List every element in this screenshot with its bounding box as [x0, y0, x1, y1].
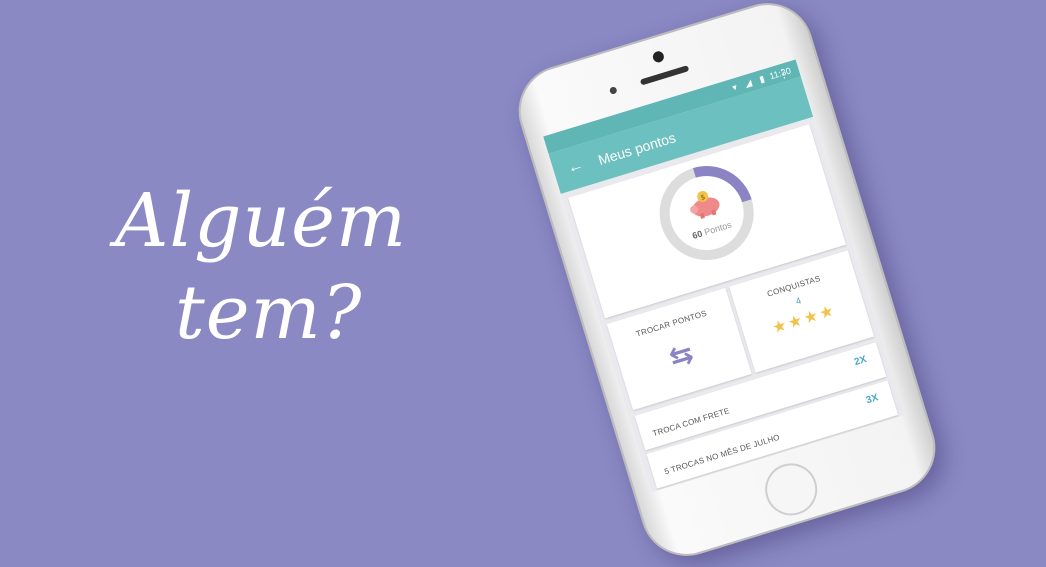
- speaker-grille: [639, 65, 690, 86]
- home-button: [758, 456, 824, 522]
- list-item-multiplier: 3X: [864, 392, 880, 407]
- page-title: Meus pontos: [596, 129, 678, 168]
- points-progress-ring: $ 60 Pontos: [647, 154, 766, 272]
- headline-line-1: Alguém: [115, 178, 408, 264]
- sensor-icon: [608, 86, 618, 95]
- points-value: 60: [691, 228, 704, 241]
- headline: Alguém tem?: [105, 175, 465, 359]
- camera-icon: [651, 49, 666, 64]
- phone-screen: ▾ ◢ ▮ 11:30 ← Meus pontos ⋮ $ 60 Pontos …: [543, 59, 905, 493]
- headline-line-2: tem?: [175, 270, 363, 356]
- back-arrow-icon[interactable]: ←: [565, 156, 586, 178]
- points-unit: Pontos: [703, 219, 733, 238]
- list-item-multiplier: 2X: [853, 353, 869, 369]
- piggy-bank-icon: $: [690, 190, 720, 219]
- phone-mockup: ▾ ◢ ▮ 11:30 ← Meus pontos ⋮ $ 60 Pontos …: [507, 0, 947, 567]
